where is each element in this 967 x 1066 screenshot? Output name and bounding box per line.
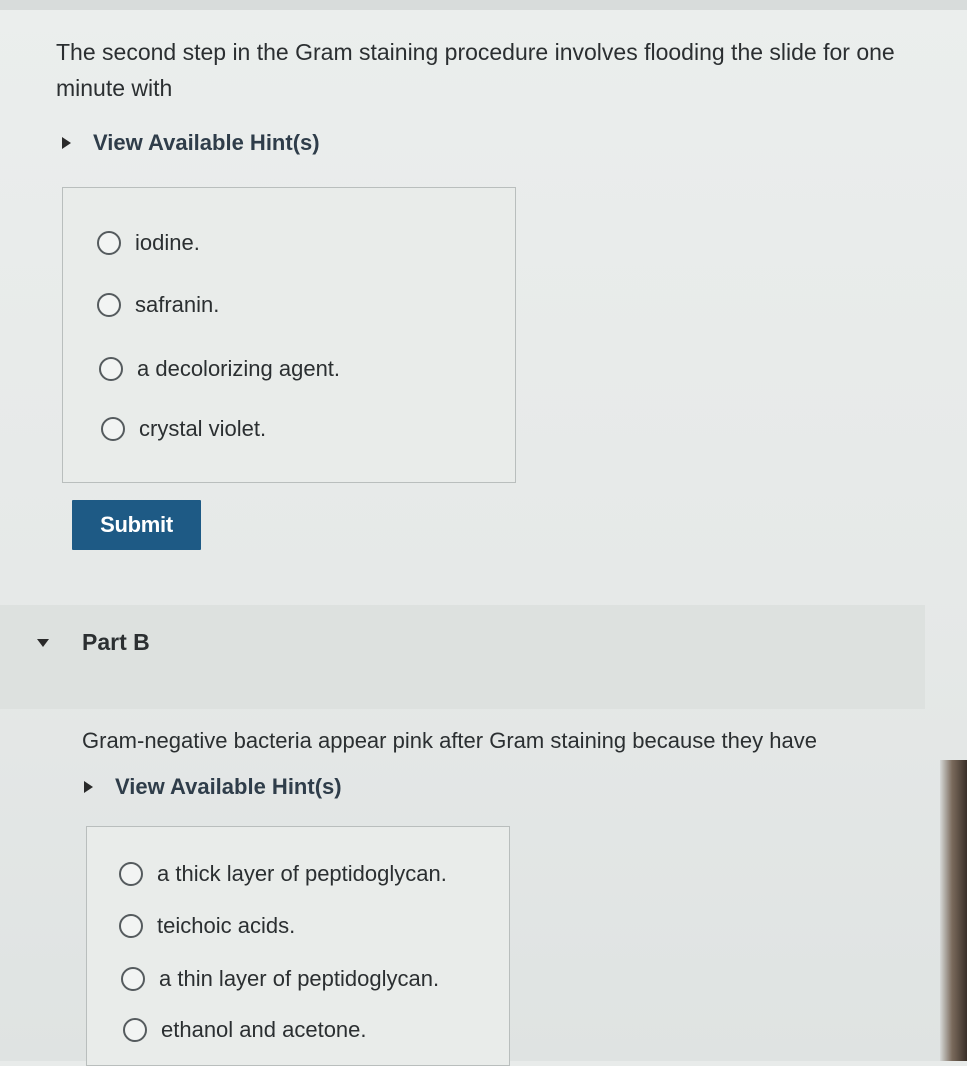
part-b-title: Part B [82, 629, 150, 655]
radio-button[interactable] [121, 967, 145, 991]
part-a-question: The second step in the Gram staining pro… [56, 39, 895, 101]
part-b-option-ethanol-acetone[interactable]: ethanol and acetone. [123, 1017, 367, 1043]
caret-right-icon [62, 137, 71, 149]
radio-button[interactable] [99, 357, 123, 381]
part-b-header[interactable]: Part B [0, 605, 925, 709]
option-label: crystal violet. [139, 416, 267, 441]
screen-bezel-edge [940, 760, 967, 1061]
radio-button[interactable] [119, 914, 143, 938]
part-a-option-decolorizing-agent[interactable]: a decolorizing agent. [99, 356, 340, 382]
radio-button[interactable] [101, 417, 125, 441]
part-b-hint-toggle[interactable]: View Available Hint(s) [84, 774, 342, 800]
part-b-option-thin-layer[interactable]: a thin layer of peptidoglycan. [121, 966, 439, 992]
part-a-hint-toggle[interactable]: View Available Hint(s) [62, 130, 320, 156]
radio-button[interactable] [97, 293, 121, 317]
submit-button[interactable]: Submit [72, 500, 201, 550]
page: The second step in the Gram staining pro… [0, 0, 967, 1066]
part-a-choices: iodine. safranin. a decolorizing agent. … [62, 187, 516, 483]
caret-down-icon [37, 639, 49, 647]
radio-button[interactable] [123, 1018, 147, 1042]
part-b-option-thick-layer[interactable]: a thick layer of peptidoglycan. [119, 861, 447, 887]
part-b-hint-label: View Available Hint(s) [115, 774, 342, 799]
option-label: teichoic acids. [157, 913, 296, 938]
option-label: safranin. [135, 292, 220, 317]
part-a-option-safranin[interactable]: safranin. [97, 292, 219, 318]
caret-right-icon [84, 781, 93, 793]
radio-button[interactable] [119, 862, 143, 886]
part-b-option-teichoic-acids[interactable]: teichoic acids. [119, 913, 295, 939]
part-b-choices: a thick layer of peptidoglycan. teichoic… [86, 826, 510, 1066]
option-label: a decolorizing agent. [137, 356, 341, 381]
part-a-option-iodine[interactable]: iodine. [97, 230, 200, 256]
part-b-question: Gram-negative bacteria appear pink after… [82, 728, 817, 753]
radio-button[interactable] [97, 231, 121, 255]
top-edge [0, 0, 967, 10]
part-a-option-crystal-violet[interactable]: crystal violet. [101, 416, 266, 442]
part-a-hint-label: View Available Hint(s) [93, 130, 320, 155]
option-label: a thick layer of peptidoglycan. [157, 861, 447, 886]
option-label: ethanol and acetone. [161, 1017, 367, 1042]
option-label: a thin layer of peptidoglycan. [159, 966, 440, 991]
option-label: iodine. [135, 230, 200, 255]
